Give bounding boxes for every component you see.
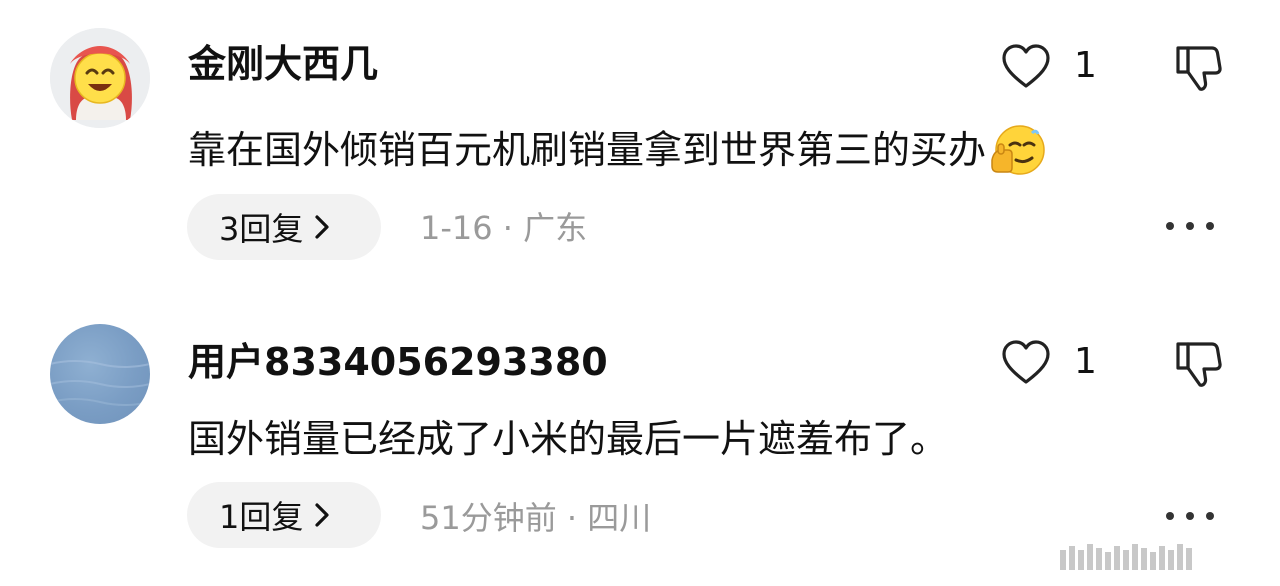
chevron-right-icon [315,215,329,239]
comment-text: 靠在国外倾销百元机刷销量拿到世界第三的买办 [188,120,1048,180]
laughing-face-avatar-icon [50,28,150,128]
avatar[interactable] [50,324,150,424]
more-dots-icon[interactable] [1164,218,1216,234]
view-replies-button[interactable]: 3回复 [187,194,381,260]
blue-water-avatar-icon [50,360,150,406]
more-dots-icon[interactable] [1164,508,1216,524]
comment-meta: 51分钟前 · 四川 [420,499,652,537]
avatar[interactable] [50,28,150,128]
thumbs-down-outline-icon[interactable] [1172,338,1224,390]
reply-count-label: 1回复 [219,498,304,536]
comment-text-body: 靠在国外倾销百元机刷销量拿到世界第三的买办 [188,128,987,172]
heart-outline-icon[interactable] [1000,338,1052,386]
username[interactable]: 金刚大西几 [188,38,378,90]
like-count: 1 [1074,45,1097,86]
comment-text-body: 国外销量已经成了小米的最后一片遮羞布了。 [188,417,949,461]
chevron-right-icon [315,503,329,527]
watermark [1060,538,1192,570]
like-button[interactable]: 1 [1000,338,1097,386]
like-button[interactable]: 1 [1000,42,1097,90]
thumbs-down-outline-icon[interactable] [1172,42,1224,94]
smirk-thumbs-up-emoji-icon [991,125,1045,175]
reply-count-label: 3回复 [219,210,304,248]
view-replies-button[interactable]: 1回复 [187,482,381,548]
heart-outline-icon[interactable] [1000,42,1052,90]
like-count: 1 [1074,341,1097,382]
comment-meta: 1-16 · 广东 [420,209,588,247]
username[interactable]: 用户8334056293380 [188,336,608,388]
comment-text: 国外销量已经成了小米的最后一片遮羞布了。 [188,412,948,466]
